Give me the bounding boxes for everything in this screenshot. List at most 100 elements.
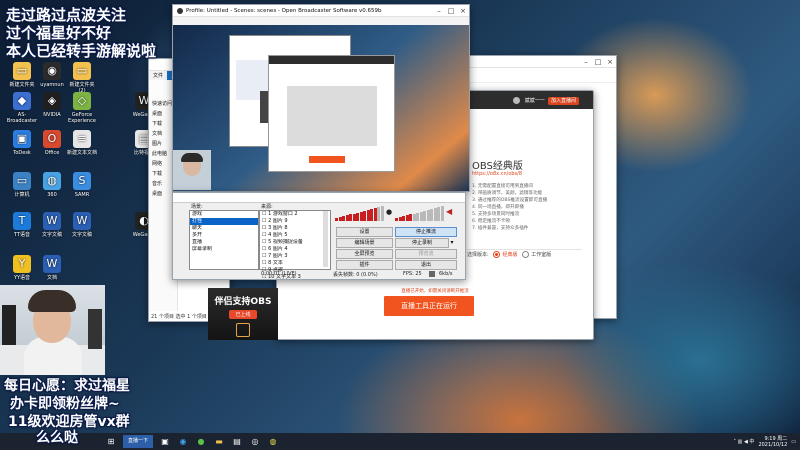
desktop-volume-meter bbox=[395, 205, 445, 221]
chevron-down-icon[interactable]: ▾ bbox=[448, 238, 456, 248]
clock[interactable]: 9:19 周二 2021/10/12 bbox=[758, 436, 787, 448]
fullscreen-preview-button[interactable]: 全屏预览 bbox=[336, 249, 393, 259]
desktop-icon-label: 计算机 bbox=[14, 192, 30, 198]
source-item[interactable]: ☐ 6 图片 4 bbox=[260, 246, 330, 253]
stream-preview bbox=[173, 25, 469, 191]
close-icon[interactable]: × bbox=[604, 58, 616, 66]
volume-icon[interactable]: ◀ bbox=[744, 439, 748, 445]
close-icon[interactable]: × bbox=[457, 7, 469, 15]
radio-classic-label[interactable]: 经典版 bbox=[502, 252, 517, 258]
wechat-icon[interactable]: ● bbox=[194, 435, 208, 448]
tray-up-icon[interactable]: ˄ bbox=[734, 439, 737, 445]
source-item[interactable]: ☐ 7 图片 3 bbox=[260, 253, 330, 260]
scene-item[interactable]: 聊天 bbox=[190, 225, 258, 232]
scene-item[interactable]: 打怪 bbox=[190, 218, 258, 225]
obs-main-menubar[interactable] bbox=[173, 193, 465, 203]
obs-main-window[interactable]: 场景: 来源: 游戏 打怪 聊天 多开 直播 屏幕录制 ☐ 1 游戏窗口 2 ☐ 2 图片 … bbox=[172, 192, 466, 280]
ime-icon[interactable]: 中 bbox=[749, 438, 754, 445]
cube-icon bbox=[236, 323, 250, 337]
desktop-icon[interactable]: ▭ 新建文件夹 (2) bbox=[66, 62, 98, 94]
obs-preview-window[interactable]: Profile: Untitled - Scenes: scenes - Ope… bbox=[172, 4, 470, 192]
explorer-tab[interactable]: 文件 bbox=[149, 71, 167, 80]
desktop-icon[interactable]: W 文档 bbox=[36, 255, 68, 281]
source-item[interactable]: ☐ 3 图片 8 bbox=[260, 225, 330, 232]
header-tag[interactable]: 加入直播间 bbox=[547, 96, 579, 105]
desktop-icon[interactable]: S SAMR bbox=[66, 172, 98, 198]
desktop-app-icon: ▭ bbox=[73, 62, 91, 80]
source-item[interactable]: ☐ 4 图片 5 bbox=[260, 232, 330, 239]
scene-item[interactable]: 游戏 bbox=[190, 211, 258, 218]
running-button[interactable]: 直播工具正在运行 bbox=[384, 296, 474, 316]
desktop-icon[interactable]: W 文字文稿 bbox=[66, 212, 98, 238]
scene-item[interactable]: 直播 bbox=[190, 239, 258, 246]
speaker-icon[interactable]: ◀ bbox=[446, 207, 454, 216]
desktop-icon[interactable]: ◍ 360 bbox=[36, 172, 68, 198]
desktop-app-icon: ▭ bbox=[13, 172, 31, 190]
scenes-list[interactable]: 游戏 打怪 聊天 多开 直播 屏幕录制 bbox=[189, 210, 259, 270]
maximize-icon[interactable]: □ bbox=[592, 58, 604, 66]
desktop-icon-label: 文档 bbox=[46, 275, 57, 281]
desktop-app-icon: T bbox=[13, 212, 31, 230]
feature-line: 7. 插件兼容，支持众多插件 bbox=[472, 226, 529, 231]
desktop-icon-label: YY语音 bbox=[13, 275, 31, 281]
stop-stream-button[interactable]: 停止推流 bbox=[395, 227, 457, 237]
desktop-icon[interactable]: W 文字文稿 bbox=[36, 212, 68, 238]
clock-date: 2021/10/12 bbox=[758, 441, 788, 448]
store-icon[interactable]: ▤ bbox=[230, 435, 244, 448]
scene-item[interactable]: 屏幕录制 bbox=[190, 246, 258, 253]
app-icon[interactable]: ◍ bbox=[266, 435, 280, 448]
mic-icon[interactable]: ● bbox=[386, 208, 392, 216]
desktop-icon[interactable]: ▣ ToDesk bbox=[6, 130, 38, 156]
edit-scene-button[interactable]: 编辑场景 bbox=[336, 238, 393, 248]
source-item[interactable]: ☐ 8 文本 bbox=[260, 260, 330, 267]
radio-studio-label[interactable]: 工作室版 bbox=[531, 252, 551, 258]
desktop-icon[interactable]: ▭ 计算机 bbox=[6, 172, 38, 198]
minimize-icon[interactable]: – bbox=[433, 7, 445, 15]
edge-icon[interactable]: ◉ bbox=[176, 435, 190, 448]
desktop-icon[interactable]: ◇ GeForce Experience bbox=[66, 92, 98, 124]
stop-record-button[interactable]: 停止录制 bbox=[395, 238, 449, 248]
start-icon[interactable]: ⊞ bbox=[104, 435, 118, 448]
banner-line2: 已上线 bbox=[229, 310, 257, 319]
source-item[interactable]: ☐ 5 视频捕捉设备 bbox=[260, 239, 330, 246]
obs-classic-link[interactable]: https://o8x.cn/obs/8 bbox=[472, 171, 522, 177]
obs-icon[interactable]: ◎ bbox=[248, 435, 262, 448]
notification-icon[interactable]: ▭ bbox=[791, 439, 796, 445]
sources-scrollbar[interactable] bbox=[323, 211, 328, 267]
obs-app-icon bbox=[177, 7, 183, 14]
desktop-icon[interactable]: T TT语音 bbox=[6, 212, 38, 238]
banner-line1: 伴侣支持OBS bbox=[214, 297, 272, 307]
dropped-frames: 丢失帧数: 0 (0.0%) bbox=[333, 272, 378, 278]
desktop-icon[interactable]: ◈ NVIDIA bbox=[36, 92, 68, 118]
desktop-app-icon: ◇ bbox=[73, 92, 91, 110]
taskbar: ⊞ 直播一下 ▣ ◉ ● ▬ ▤ ◎ ◍ ˄ ▥ ◀ 中 9:19 周二 202… bbox=[0, 433, 800, 450]
scene-item[interactable]: 多开 bbox=[190, 232, 258, 239]
desktop-icon-label: 新建文本文档 bbox=[66, 150, 97, 156]
overlay-bottom-2: 办卡即领粉丝牌~ bbox=[10, 396, 120, 412]
desktop-icon[interactable]: Y YY语音 bbox=[6, 255, 38, 281]
exit-button[interactable]: 退出 bbox=[395, 260, 457, 270]
desktop-icon[interactable]: ◆ AS-Broadcaster bbox=[6, 92, 38, 124]
plugins-button[interactable]: 插件 bbox=[336, 260, 393, 270]
explorer-status: 21 个项目 选中 1 个项目 bbox=[151, 314, 207, 320]
version-select[interactable]: 选择版本: 经典版 工作室版 bbox=[467, 251, 551, 258]
minimize-icon[interactable]: – bbox=[580, 58, 592, 66]
desktop-icon-label: ToDesk bbox=[13, 150, 31, 156]
desktop-icon[interactable]: ▭ 新建文件夹 bbox=[6, 62, 38, 88]
network-icon[interactable]: ▥ bbox=[738, 439, 743, 445]
taskbar-active-app[interactable]: 直播一下 bbox=[123, 435, 154, 448]
sources-list[interactable]: ☐ 1 游戏窗口 2 ☐ 2 图片 9 ☐ 3 图片 8 ☐ 4 图片 5 ☐ 5 视频… bbox=[259, 210, 331, 279]
desktop-icon[interactable]: O Office bbox=[36, 130, 68, 156]
source-item[interactable]: ☐ 1 游戏窗口 2 bbox=[260, 211, 330, 218]
desktop-app-icon: ◆ bbox=[13, 92, 31, 110]
task-view-icon[interactable]: ▣ bbox=[158, 435, 172, 448]
settings-button[interactable]: 设置 bbox=[336, 227, 393, 237]
desktop-icon[interactable]: ≡ 新建文本文档 bbox=[66, 130, 98, 156]
folder-icon[interactable]: ▬ bbox=[212, 435, 226, 448]
radio-classic[interactable] bbox=[493, 251, 501, 258]
radio-studio[interactable] bbox=[522, 251, 530, 258]
source-item[interactable]: ☐ 2 图片 9 bbox=[260, 218, 330, 225]
desktop-icon[interactable]: ◉ uyamnun bbox=[36, 62, 68, 88]
maximize-icon[interactable]: □ bbox=[445, 7, 457, 15]
preview-stream-button[interactable]: 预览流 bbox=[395, 249, 457, 259]
